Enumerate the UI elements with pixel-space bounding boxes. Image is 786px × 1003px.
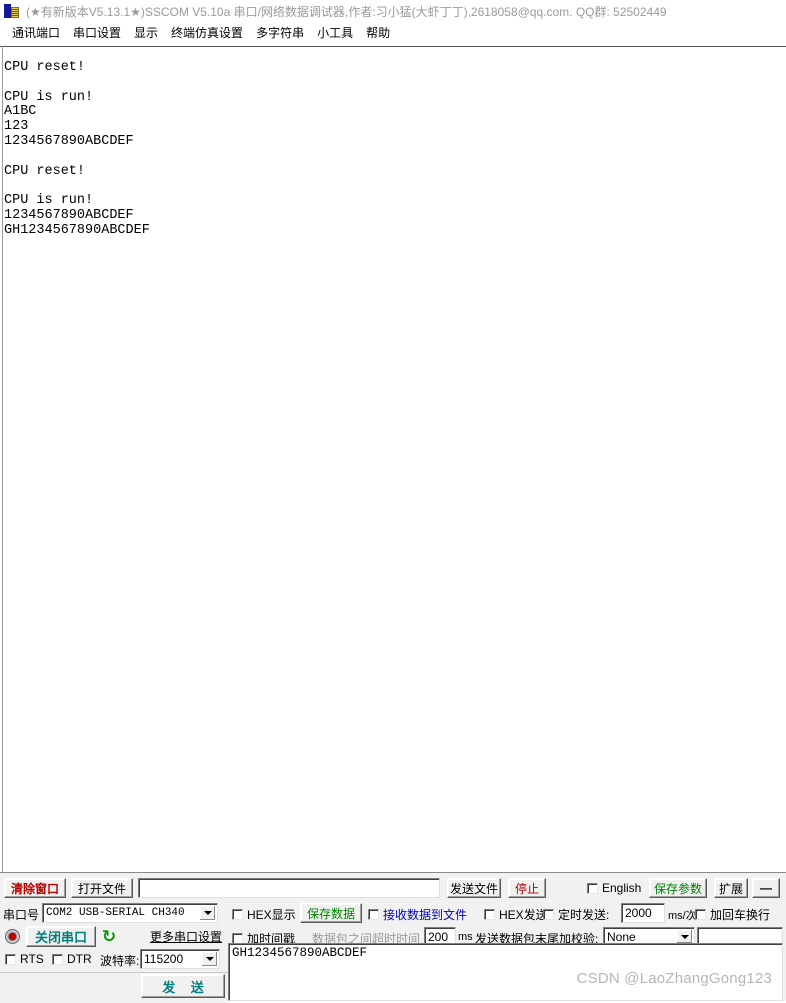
- hex-send-checkbox[interactable]: HEX发送: [484, 906, 548, 923]
- port-label: 串口号: [3, 908, 40, 922]
- terminal-output-panel[interactable]: CPU reset! CPU is run! A1BC 123 12345678…: [0, 46, 786, 872]
- rts-checkbox[interactable]: RTS: [5, 952, 44, 966]
- hex-display-checkbox-box[interactable]: [232, 909, 243, 920]
- dtr-checkbox[interactable]: DTR: [52, 952, 92, 966]
- hex-send-label: HEX发送: [499, 908, 548, 922]
- baudrate-label: 波特率:: [100, 954, 140, 968]
- dtr-label: DTR: [67, 952, 92, 966]
- baudrate-select-value: 115200: [144, 952, 184, 966]
- append-crlf-label: 加回车换行: [710, 908, 771, 922]
- english-checkbox[interactable]: English: [587, 881, 641, 895]
- hex-display-checkbox[interactable]: HEX显示: [232, 906, 296, 923]
- timed-send-interval-input[interactable]: 2000: [621, 903, 665, 923]
- baudrate-select[interactable]: 115200: [140, 949, 220, 969]
- ms-per-time-unit-label: ms/次: [668, 910, 697, 922]
- timed-send-checkbox[interactable]: 定时发送:: [543, 906, 609, 923]
- hex-send-checkbox-box[interactable]: [484, 909, 495, 920]
- clear-window-button[interactable]: 清除窗口: [4, 878, 66, 898]
- timed-send-checkbox-box[interactable]: [543, 909, 554, 920]
- close-port-button[interactable]: 关闭串口: [26, 926, 96, 947]
- more-serial-settings-button[interactable]: 更多串口设置: [148, 927, 224, 946]
- chevron-down-icon[interactable]: [677, 930, 692, 943]
- save-data-button[interactable]: 保存数据: [300, 903, 362, 923]
- port-select-value: COM2 USB-SERIAL CH340: [46, 907, 185, 919]
- extend-button[interactable]: 扩展: [714, 878, 748, 898]
- hex-display-label: HEX显示: [247, 908, 296, 922]
- file-path-input[interactable]: [138, 878, 440, 898]
- menu-item-tools[interactable]: 小工具: [311, 22, 360, 43]
- timed-send-label: 定时发送:: [558, 908, 610, 922]
- send-button[interactable]: 发 送: [141, 974, 225, 998]
- terminal-left-edge: [2, 46, 3, 872]
- stop-button[interactable]: 停止: [508, 878, 546, 898]
- serial-row-1: 串口号 COM2 USB-SERIAL CH340 HEX显示 保存数据 接收数…: [0, 903, 786, 923]
- send-file-button[interactable]: 发送文件: [447, 878, 501, 898]
- save-params-button[interactable]: 保存参数: [649, 878, 707, 898]
- english-checkbox-label: English: [602, 881, 642, 895]
- menu-item-comm-port[interactable]: 通讯端口: [6, 22, 67, 43]
- menu-item-multi-string[interactable]: 多字符串: [250, 22, 311, 43]
- ms-unit-label: ms: [458, 931, 473, 943]
- append-crlf-checkbox[interactable]: 加回车换行: [695, 906, 770, 923]
- port-select[interactable]: COM2 USB-SERIAL CH340: [42, 903, 218, 923]
- append-crlf-checkbox-box[interactable]: [695, 909, 706, 920]
- menu-item-serial-settings[interactable]: 串口设置: [67, 22, 128, 43]
- receive-to-file-label: 接收数据到文件: [383, 908, 468, 922]
- rts-label: RTS: [20, 952, 44, 966]
- receive-to-file-checkbox[interactable]: 接收数据到文件: [368, 906, 467, 923]
- chevron-down-icon[interactable]: [200, 906, 215, 920]
- menu-item-help[interactable]: 帮助: [360, 22, 397, 43]
- menu-item-display[interactable]: 显示: [128, 22, 165, 43]
- refresh-icon[interactable]: ↻: [101, 928, 117, 945]
- english-checkbox-box[interactable]: [587, 882, 598, 894]
- port-status-led-icon: [5, 929, 20, 944]
- title-bar: (★有新版本V5.13.1★)SSCOM V5.10a 串口/网络数据调试器,作…: [0, 0, 786, 22]
- rts-checkbox-box[interactable]: [5, 953, 16, 965]
- window-title: (★有新版本V5.13.1★)SSCOM V5.10a 串口/网络数据调试器,作…: [26, 4, 667, 19]
- csdn-watermark: CSDN @LaoZhangGong123: [576, 970, 772, 987]
- terminal-output-text: CPU reset! CPU is run! A1BC 123 12345678…: [4, 60, 150, 238]
- menu-item-terminal-emulation[interactable]: 终端仿真设置: [165, 22, 250, 43]
- checksum-select-value: None: [607, 929, 636, 944]
- chevron-down-icon[interactable]: [202, 952, 217, 966]
- menu-bar: 通讯端口 串口设置 显示 终端仿真设置 多字符串 小工具 帮助: [0, 22, 786, 43]
- dtr-checkbox-box[interactable]: [52, 953, 63, 965]
- sscom-app-icon: [4, 3, 20, 19]
- receive-to-file-checkbox-box[interactable]: [368, 909, 379, 920]
- toolbar-row: 清除窗口 打开文件 发送文件 停止 English 保存参数 扩展 —: [0, 878, 786, 898]
- minimize-button[interactable]: —: [752, 878, 780, 898]
- open-file-button[interactable]: 打开文件: [71, 878, 133, 898]
